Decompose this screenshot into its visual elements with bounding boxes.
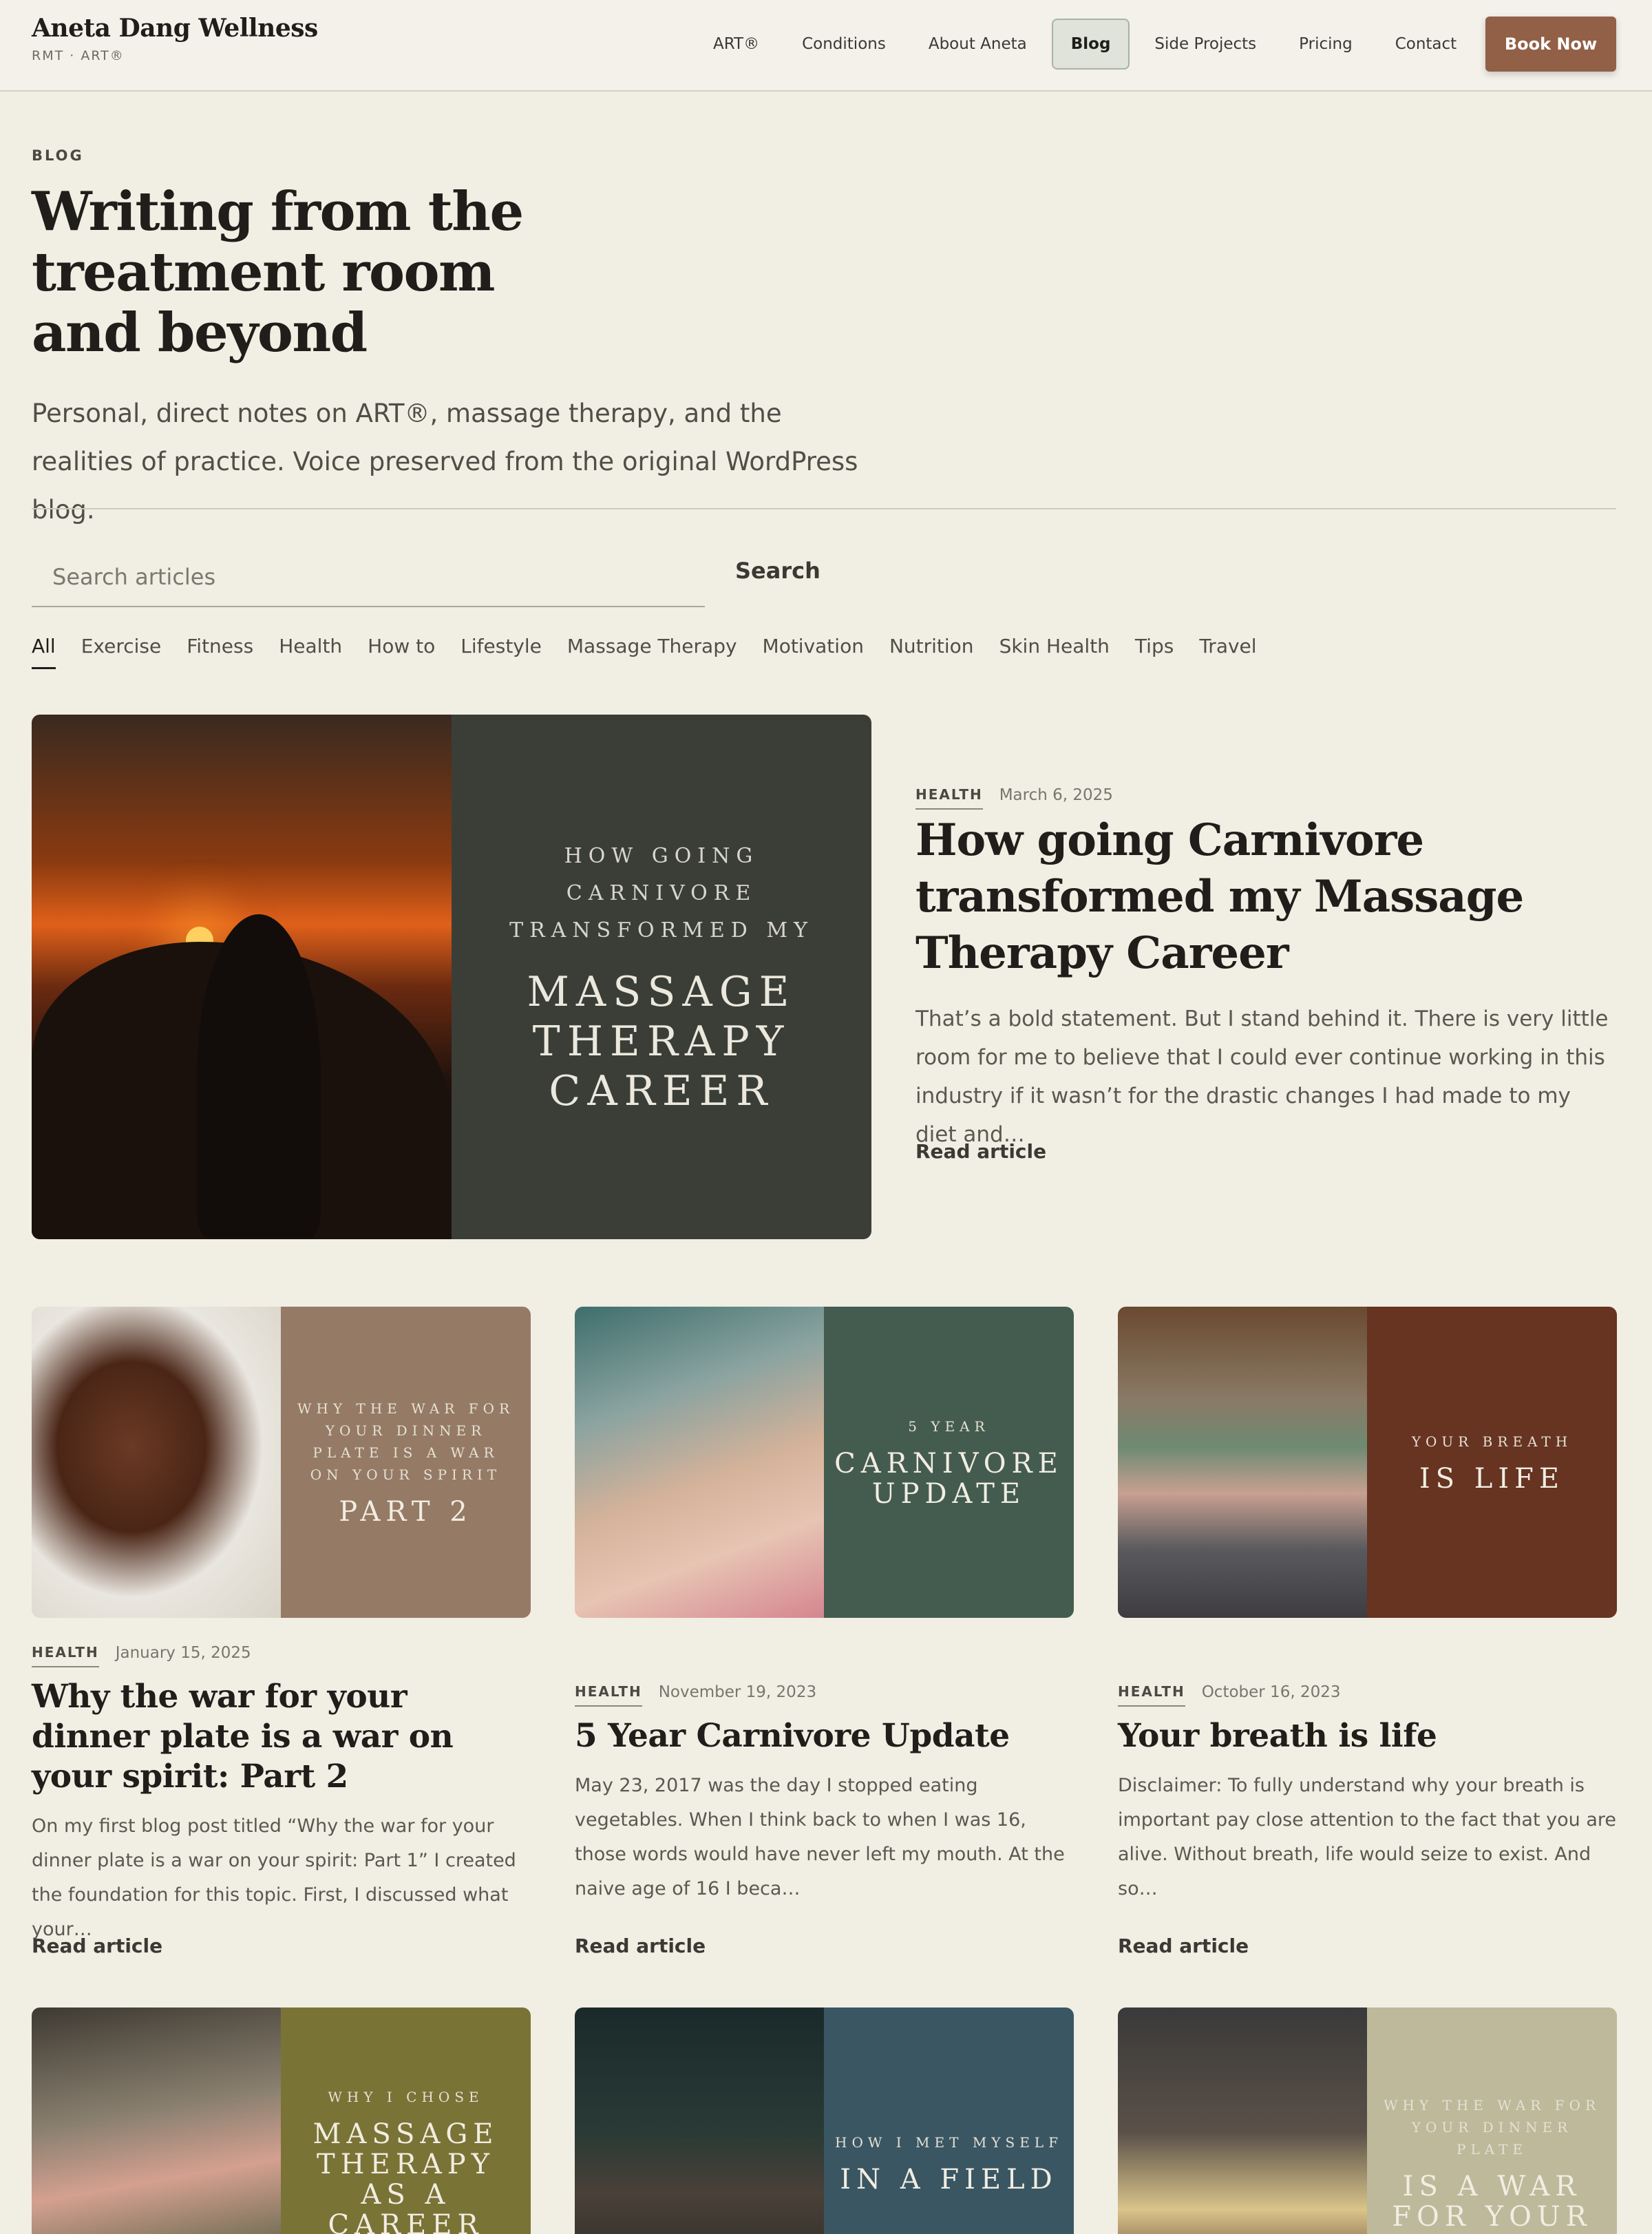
forest-cabin-photo — [575, 2008, 824, 2234]
card-image-text-small: HOW I MET MYSELF — [835, 2134, 1063, 2151]
nav-item-side-projects[interactable]: Side Projects — [1136, 19, 1274, 70]
card-image-text-big: IS LIFE — [1419, 1463, 1565, 1495]
page-subtitle: Personal, direct notes on ART®, massage … — [32, 399, 858, 525]
nav-item-conditions[interactable]: Conditions — [784, 19, 904, 70]
card-date: November 19, 2023 — [658, 1683, 817, 1701]
person-silhouette — [197, 914, 321, 1238]
featured-article-image[interactable]: HOW GOING CARNIVORE TRANSFORMED MY MASSA… — [32, 715, 871, 1239]
card-image-panel: WHY I CHOSE MASSAGE THERAPY AS A CAREER — [281, 2008, 531, 2234]
card-date: October 16, 2023 — [1201, 1683, 1341, 1701]
article-card-image[interactable]: HOW I MET MYSELF IN A FIELD — [575, 2008, 1074, 2234]
category-how-to[interactable]: How to — [368, 635, 435, 669]
article-card: HOW I MET MYSELF IN A FIELD — [575, 2008, 1074, 2234]
card-title[interactable]: 5 Year Carnivore Update — [575, 1716, 1074, 1756]
card-tag[interactable]: HEALTH — [1118, 1683, 1185, 1707]
featured-meta: HEALTH March 6, 2025 — [915, 786, 1113, 810]
article-card-image[interactable]: WHY I CHOSE MASSAGE THERAPY AS A CAREER — [32, 2008, 531, 2234]
steak-photo — [32, 1307, 281, 1618]
card-title[interactable]: Why the war for your dinner plate is a w… — [32, 1677, 531, 1797]
card-image-panel: HOW I MET MYSELF IN A FIELD — [824, 2008, 1074, 2234]
brand-name[interactable]: Aneta Dang Wellness — [32, 14, 318, 43]
card-image-text-small: WHY THE WAR FOR YOUR DINNER PLATE IS A W… — [297, 1400, 515, 1483]
search-button[interactable]: Search — [735, 558, 820, 584]
category-all[interactable]: All — [32, 635, 56, 669]
card-date: January 15, 2025 — [115, 1644, 251, 1662]
category-motivation[interactable]: Motivation — [763, 635, 864, 669]
category-lifestyle[interactable]: Lifestyle — [460, 635, 542, 669]
card-image-text-big: IS A WAR FOR YOUR — [1392, 2171, 1592, 2233]
card-image-text-small: WHY THE WAR FOR YOUR DINNER PLATE — [1383, 2097, 1601, 2158]
article-card: WHY THE WAR FOR YOUR DINNER PLATE IS A W… — [1118, 2008, 1617, 2234]
card-read-article-link[interactable]: Read article — [575, 1935, 706, 1957]
category-travel[interactable]: Travel — [1199, 635, 1256, 669]
divider — [32, 508, 1616, 509]
featured-image-text-small: HOW GOING CARNIVORE TRANSFORMED MY — [509, 844, 814, 942]
article-card: YOUR BREATH IS LIFE HEALTH October 16, 2… — [1118, 1307, 1617, 1906]
card-meta: HEALTH November 19, 2023 — [575, 1683, 1074, 1707]
card-image-text-big: IN A FIELD — [840, 2164, 1058, 2195]
brand[interactable]: Aneta Dang Wellness RMT · ART® — [32, 14, 318, 63]
card-meta: HEALTH January 15, 2025 — [32, 1644, 531, 1667]
card-image-text-small: YOUR BREATH — [1411, 1433, 1573, 1450]
category-filter: All Exercise Fitness Health How to Lifes… — [32, 635, 1282, 669]
category-skin-health[interactable]: Skin Health — [999, 635, 1110, 669]
article-card: 5 YEAR CARNIVORE UPDATE HEALTH November … — [575, 1307, 1074, 1906]
article-card-image[interactable]: WHY THE WAR FOR YOUR DINNER PLATE IS A W… — [1118, 2008, 1617, 2234]
card-image-panel: 5 YEAR CARNIVORE UPDATE — [824, 1307, 1074, 1618]
card-meta: HEALTH October 16, 2023 — [1118, 1683, 1617, 1707]
featured-tag[interactable]: HEALTH — [915, 786, 983, 810]
card-image-text-small: WHY I CHOSE — [328, 2089, 484, 2105]
nav-item-about[interactable]: About Aneta — [911, 19, 1045, 70]
featured-excerpt: That’s a bold statement. But I stand beh… — [915, 1007, 1609, 1147]
card-title[interactable]: Your breath is life — [1118, 1716, 1617, 1756]
meditating-person-photo — [1118, 1307, 1367, 1618]
featured-date: March 6, 2025 — [999, 786, 1113, 804]
article-card-image[interactable]: WHY THE WAR FOR YOUR DINNER PLATE IS A W… — [32, 1307, 531, 1618]
card-excerpt: Disclaimer: To fully understand why your… — [1118, 1775, 1617, 1899]
card-image-panel: WHY THE WAR FOR YOUR DINNER PLATE IS A W… — [281, 1307, 531, 1618]
article-card-image[interactable]: 5 YEAR CARNIVORE UPDATE — [575, 1307, 1074, 1618]
book-now-button[interactable]: Book Now — [1485, 17, 1616, 72]
featured-image-text-big: MASSAGE THERAPY CAREER — [527, 968, 796, 1115]
card-excerpt: On my first blog post titled “Why the wa… — [32, 1815, 516, 1940]
smiling-woman-photo — [575, 1307, 824, 1618]
article-card: WHY I CHOSE MASSAGE THERAPY AS A CAREER — [32, 2008, 531, 2234]
woman-studying-photo — [32, 2008, 281, 2234]
card-image-text-big: MASSAGE THERAPY AS A CAREER — [313, 2118, 499, 2234]
search-input[interactable] — [32, 549, 705, 604]
featured-title[interactable]: How going Carnivore transformed my Massa… — [915, 812, 1618, 982]
main-nav: ART® Conditions About Aneta Blog Side Pr… — [695, 18, 1481, 70]
card-image-panel: YOUR BREATH IS LIFE — [1367, 1307, 1617, 1618]
page-title: Writing from the treatment room and beyo… — [32, 180, 524, 364]
card-image-text-big: PART 2 — [339, 1496, 473, 1528]
card-image-text-small: 5 YEAR — [908, 1418, 990, 1435]
search-field — [32, 549, 705, 607]
card-excerpt: May 23, 2017 was the day I stopped eatin… — [575, 1775, 1065, 1899]
nav-item-pricing[interactable]: Pricing — [1281, 19, 1370, 70]
category-fitness[interactable]: Fitness — [187, 635, 253, 669]
card-tag[interactable]: HEALTH — [575, 1683, 642, 1707]
nav-item-blog[interactable]: Blog — [1051, 19, 1130, 70]
site-header: Aneta Dang Wellness RMT · ART® ART® Cond… — [0, 0, 1652, 92]
sunset-silhouette-photo — [32, 715, 452, 1239]
category-exercise[interactable]: Exercise — [81, 635, 162, 669]
brand-subtitle: RMT · ART® — [32, 48, 125, 63]
nav-item-contact[interactable]: Contact — [1377, 19, 1474, 70]
nav-item-art[interactable]: ART® — [695, 19, 777, 70]
article-card-image[interactable]: YOUR BREATH IS LIFE — [1118, 1307, 1617, 1618]
card-image-text-big: CARNIVORE UPDATE — [834, 1448, 1063, 1510]
card-read-article-link[interactable]: Read article — [32, 1935, 162, 1957]
category-tips[interactable]: Tips — [1135, 635, 1174, 669]
category-massage-therapy[interactable]: Massage Therapy — [567, 635, 737, 669]
card-tag[interactable]: HEALTH — [32, 1644, 99, 1667]
featured-image-panel: HOW GOING CARNIVORE TRANSFORMED MY MASSA… — [452, 715, 871, 1239]
article-card: WHY THE WAR FOR YOUR DINNER PLATE IS A W… — [32, 1307, 531, 1947]
category-nutrition[interactable]: Nutrition — [889, 635, 974, 669]
person-with-steak-photo — [1118, 2008, 1367, 2234]
card-read-article-link[interactable]: Read article — [1118, 1935, 1249, 1957]
page-eyebrow: BLOG — [32, 147, 84, 164]
card-image-panel: WHY THE WAR FOR YOUR DINNER PLATE IS A W… — [1367, 2008, 1617, 2234]
featured-read-article-link[interactable]: Read article — [915, 1140, 1046, 1163]
category-health[interactable]: Health — [279, 635, 342, 669]
